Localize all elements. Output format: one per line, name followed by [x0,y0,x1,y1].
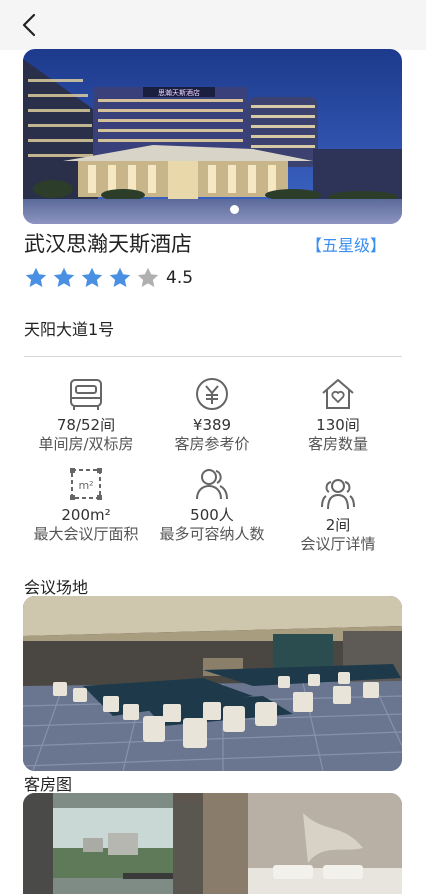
stat-label: 最大会议厅面积 [33,525,139,543]
stat-max-hall-area: m² 200m² 最大会议厅面积 [18,466,154,544]
star-icon [81,267,103,287]
divider [24,356,402,357]
hotel-address: 天阳大道1号 [24,320,115,339]
hotel-name: 武汉思瀚天斯酒店 [24,232,192,256]
stat-value: 78/52间 [56,416,116,434]
stat-room-count: 130间 客房数量 [270,376,406,454]
stat-value: ¥389 [192,416,232,434]
rating-stars [24,266,164,290]
svg-text:m²: m² [78,479,93,492]
section-title-rooms: 客房图 [24,775,73,794]
stat-label: 客房参考价 [174,435,250,453]
guest-room-image [23,793,402,894]
stat-room-types: 78/52间 单间房/双标房 [18,376,154,454]
person-icon [196,469,228,500]
meeting-room-image [23,596,402,771]
stat-label: 单间房/双标房 [38,435,134,453]
house-heart-icon [322,379,354,409]
star-icon [25,267,47,287]
stat-value: 500人 [190,506,234,524]
rating-value: 4.5 [166,268,194,288]
section-title-meeting: 会议场地 [24,578,89,597]
stat-hall-details[interactable]: 2间 会议厅详情 [270,476,406,554]
bed-icon [70,379,102,410]
stat-price: ¥389 客房参考价 [144,376,280,454]
meeting-room-photo[interactable] [23,596,402,771]
star-icon [109,267,131,287]
hotel-exterior-image: 思瀚天斯酒店 [23,49,402,224]
stat-capacity: 500人 最多可容纳人数 [144,466,280,544]
stat-value: 130间 [316,416,360,434]
stat-label: 客房数量 [307,435,368,453]
chevron-left-icon [22,13,36,37]
group-icon [321,479,355,510]
stat-label: 最多可容纳人数 [159,525,265,543]
back-button[interactable] [14,10,44,40]
stat-label: 会议厅详情 [300,535,376,553]
yuan-icon [196,378,228,410]
area-icon: m² [70,468,102,500]
star-icon [137,267,159,287]
rating: 4.5 [24,264,193,292]
top-bar [0,0,426,50]
guest-room-photo[interactable] [23,793,402,894]
carousel-indicator-dot[interactable] [230,205,239,214]
hero-carousel[interactable]: 思瀚天斯酒店 [23,49,402,224]
stat-value: 2间 [325,516,351,534]
stat-value: 200m² [61,506,111,524]
star-icon [53,267,75,287]
svg-text:思瀚天斯酒店: 思瀚天斯酒店 [158,88,200,97]
star-level-badge: 【五星级】 [305,236,386,255]
